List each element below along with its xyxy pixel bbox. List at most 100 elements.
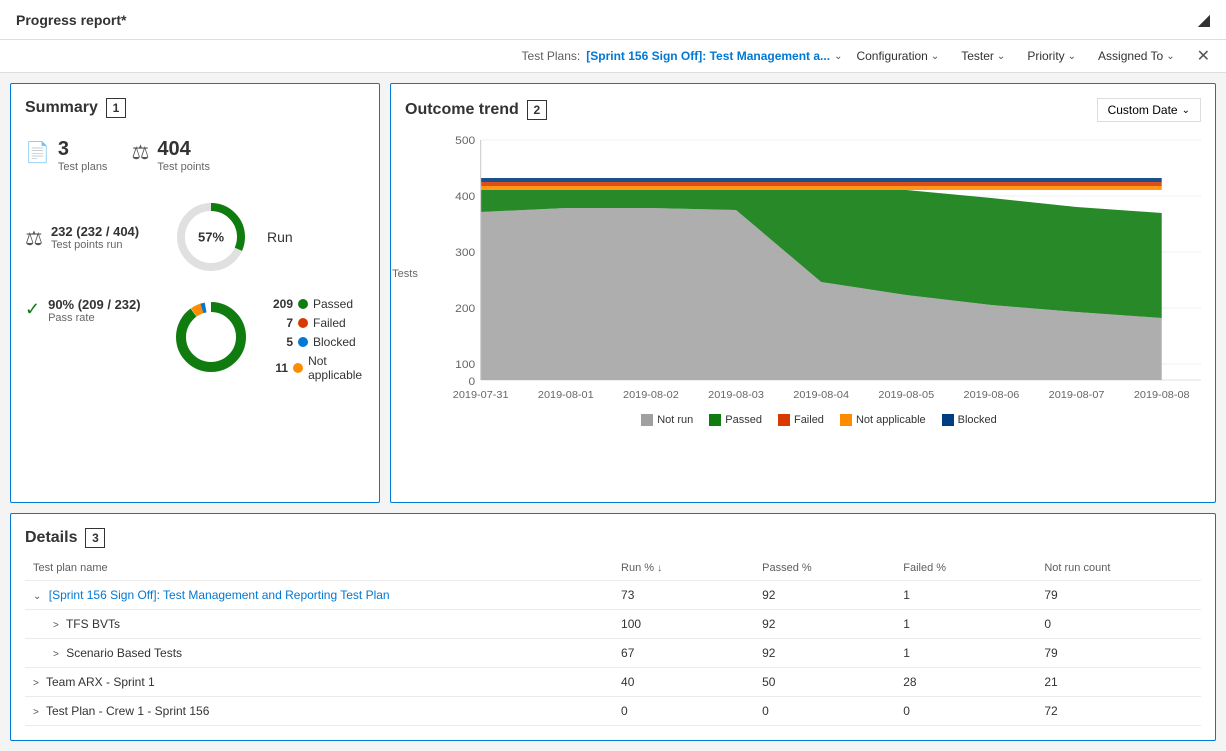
legend-failed-dot xyxy=(298,318,308,328)
custom-date-label: Custom Date xyxy=(1108,103,1178,117)
test-points-stat: ⚖ 404 Test points xyxy=(131,138,210,173)
details-table: Test plan name Run % ↓ Passed % Failed %… xyxy=(25,556,1201,726)
col-header-passed: Passed % xyxy=(754,556,895,581)
col-header-name: Test plan name xyxy=(25,556,613,581)
svg-text:400: 400 xyxy=(455,191,475,202)
details-header: Details 3 xyxy=(25,528,1201,548)
row-failed: 1 xyxy=(895,581,1036,610)
test-plans-icon: 📄 xyxy=(25,140,50,165)
summary-title: Summary xyxy=(25,99,98,117)
test-plans-filter[interactable]: [Sprint 156 Sign Off]: Test Management a… xyxy=(586,49,842,63)
table-row: > Scenario Based Tests 67 92 1 79 xyxy=(25,639,1201,668)
configuration-filter[interactable]: Configuration ⌄ xyxy=(848,46,947,66)
svg-text:2019-08-03: 2019-08-03 xyxy=(708,390,764,401)
pass-rate-icon: ✓ xyxy=(25,299,40,320)
test-points-run-label: Test points run xyxy=(51,239,139,251)
row-name: > Scenario Based Tests xyxy=(25,639,613,668)
sort-arrow: ↓ xyxy=(657,563,662,574)
test-points-run-stat: ⚖ 232 (232 / 404) Test points run xyxy=(25,224,155,251)
expand-icon[interactable]: > xyxy=(33,678,39,689)
app-header: Progress report* ◢ xyxy=(0,0,1226,40)
col-header-failed: Failed % xyxy=(895,556,1036,581)
pass-rate-count: 90% (209 / 232) xyxy=(48,297,141,312)
summary-number: 1 xyxy=(106,98,126,118)
row-name: > Test Plan - Crew 1 - Sprint 156 xyxy=(25,697,613,726)
test-plans-filter-label: Test Plans: xyxy=(522,49,581,63)
svg-text:300: 300 xyxy=(455,247,475,258)
details-number: 3 xyxy=(85,528,105,548)
legend-passed: 209 Passed xyxy=(271,297,367,311)
row-name-link[interactable]: [Sprint 156 Sign Off]: Test Management a… xyxy=(49,588,390,602)
outcome-panel: Outcome trend 2 Custom Date ⌄ Tests xyxy=(390,83,1216,503)
legend-blocked-label: Blocked xyxy=(313,335,356,349)
expand-icon[interactable]: > xyxy=(53,649,59,660)
y-axis-label: Tests xyxy=(392,268,418,280)
svg-text:2019-07-31: 2019-07-31 xyxy=(453,390,509,401)
test-points-icon: ⚖ xyxy=(131,140,149,165)
assigned-to-chevron: ⌄ xyxy=(1166,51,1174,62)
expand-icon[interactable]: ⌄ xyxy=(33,591,41,602)
svg-text:2019-08-04: 2019-08-04 xyxy=(793,390,849,401)
configuration-chevron: ⌄ xyxy=(931,51,939,62)
summary-panel: Summary 1 📄 3 Test plans ⚖ 404 Test poin… xyxy=(10,83,380,503)
col-header-run[interactable]: Run % ↓ xyxy=(613,556,754,581)
legend-passed-count: 209 xyxy=(271,297,293,311)
test-points-run-icon: ⚖ xyxy=(25,226,43,251)
legend-na-count: 11 xyxy=(271,361,288,375)
stats-row-1: 📄 3 Test plans ⚖ 404 Test points xyxy=(25,138,365,173)
priority-label: Priority xyxy=(1027,49,1064,63)
filter-bar: Test Plans: [Sprint 156 Sign Off]: Test … xyxy=(0,40,1226,73)
expand-icon[interactable]: > xyxy=(33,707,39,718)
custom-date-chevron: ⌄ xyxy=(1182,105,1190,116)
pass-donut xyxy=(171,297,251,377)
pass-rate-label: Pass rate xyxy=(48,312,141,324)
custom-date-button[interactable]: Custom Date ⌄ xyxy=(1097,98,1201,122)
legend-failed: 7 Failed xyxy=(271,316,367,330)
expand-icon[interactable]: > xyxy=(53,620,59,631)
row-notrun: 79 xyxy=(1036,581,1201,610)
details-title: Details xyxy=(25,529,77,547)
stats-row-3: ✓ 90% (209 / 232) Pass rate xyxy=(25,297,365,382)
row-name: ⌄ [Sprint 156 Sign Off]: Test Management… xyxy=(25,581,613,610)
details-panel: Details 3 Test plan name Run % ↓ Passed … xyxy=(10,513,1216,741)
legend-failed-count: 7 xyxy=(271,316,293,330)
col-header-notrun: Not run count xyxy=(1036,556,1201,581)
tester-filter[interactable]: Tester ⌄ xyxy=(953,46,1013,66)
svg-text:100: 100 xyxy=(455,359,475,370)
assigned-to-label: Assigned To xyxy=(1098,49,1163,63)
assigned-to-filter[interactable]: Assigned To ⌄ xyxy=(1090,46,1183,66)
chart-legend: Not run Passed Failed Not applicable xyxy=(437,414,1201,426)
svg-text:0: 0 xyxy=(469,376,476,387)
run-donut-label: 57% xyxy=(198,230,224,245)
test-plans-stat: 📄 3 Test plans xyxy=(25,138,107,173)
legend-not-applicable: 11 Not applicable xyxy=(271,354,367,382)
run-text: Run xyxy=(267,229,293,245)
priority-filter[interactable]: Priority ⌄ xyxy=(1019,46,1084,66)
filter-icon[interactable]: ◢ xyxy=(1198,10,1210,30)
legend-chart-not-applicable: Not applicable xyxy=(840,414,926,426)
configuration-label: Configuration xyxy=(856,49,927,63)
app-title: Progress report* xyxy=(16,12,126,28)
not-applicable-area xyxy=(481,186,1162,190)
svg-text:2019-08-02: 2019-08-02 xyxy=(623,390,679,401)
test-plans-label: Test plans xyxy=(58,161,108,173)
legend-blocked: 5 Blocked xyxy=(271,335,367,349)
legend-chart-failed: Failed xyxy=(778,414,824,426)
legend-chart-passed: Passed xyxy=(709,414,762,426)
filter-close-button[interactable]: ✕ xyxy=(1197,46,1210,66)
tester-label: Tester xyxy=(961,49,994,63)
outcome-chart-svg: 500 400 300 200 100 0 xyxy=(437,130,1201,410)
test-points-label: Test points xyxy=(157,161,210,173)
chart-wrapper: Tests 500 400 300 200 100 0 xyxy=(405,130,1201,488)
legend-passed-label: Passed xyxy=(313,297,353,311)
svg-text:2019-08-05: 2019-08-05 xyxy=(878,390,934,401)
svg-text:2019-08-07: 2019-08-07 xyxy=(1049,390,1105,401)
blocked-area xyxy=(481,178,1162,182)
svg-text:2019-08-06: 2019-08-06 xyxy=(964,390,1020,401)
table-row: > TFS BVTs 100 92 1 0 xyxy=(25,610,1201,639)
stats-row-2: ⚖ 232 (232 / 404) Test points run 57% Ru… xyxy=(25,197,365,277)
row-name: > Team ARX - Sprint 1 xyxy=(25,668,613,697)
table-row: ⌄ [Sprint 156 Sign Off]: Test Management… xyxy=(25,581,1201,610)
row-run: 73 xyxy=(613,581,754,610)
legend-blocked-dot xyxy=(298,337,308,347)
